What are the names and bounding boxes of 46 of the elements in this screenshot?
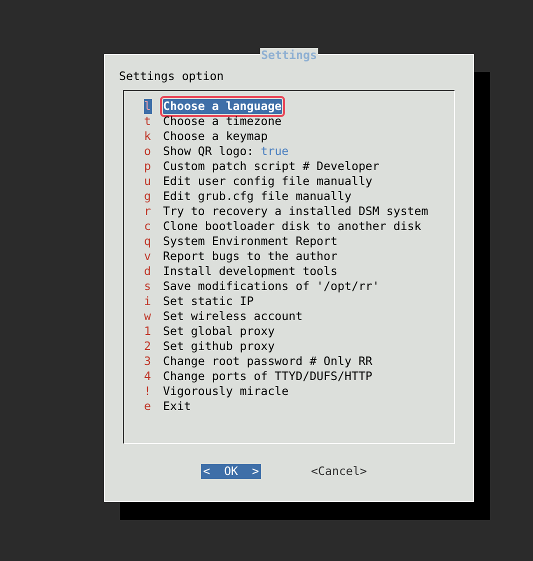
menu-item[interactable]: Set github proxy: [163, 339, 275, 354]
hotkey-text: t: [144, 114, 152, 129]
hotkey-text: w: [144, 309, 152, 324]
menu-item[interactable]: Choose a keymap: [163, 129, 268, 144]
menu-item[interactable]: Set wireless account: [163, 309, 303, 324]
hotkey-text: !: [144, 384, 152, 399]
hotkey-text: 1: [144, 324, 152, 339]
hotkey-text: k: [144, 129, 152, 144]
hotkey-text: r: [144, 204, 152, 219]
hotkey-text: e: [144, 399, 152, 414]
hotkey-text: i: [144, 294, 152, 309]
menu-item[interactable]: Choose a language: [163, 99, 282, 114]
menu-item[interactable]: Custom patch script # Developer: [163, 159, 380, 174]
hotkey-text: u: [144, 174, 152, 189]
menu-item[interactable]: Edit user config file manually: [163, 174, 372, 189]
hotkey-text: s: [144, 279, 152, 294]
menu-item[interactable]: Edit grub.cfg file manually: [163, 189, 352, 204]
menu-item[interactable]: System Environment Report: [163, 234, 338, 249]
dialog-button[interactable]: <Cancel>: [309, 464, 369, 479]
hotkey-text: q: [144, 234, 152, 249]
hotkey-text: o: [144, 144, 152, 159]
dialog-title: Settings: [260, 48, 318, 62]
hotkey-text: 2: [144, 339, 152, 354]
menu-item[interactable]: Save modifications of '/opt/rr': [163, 279, 380, 294]
hotkey-text: p: [144, 159, 152, 174]
hotkey-text: 4: [144, 369, 152, 384]
menu-item[interactable]: Set global proxy: [163, 324, 275, 339]
menu-item[interactable]: Show QR logo: true: [163, 144, 289, 159]
hotkey-text: l: [144, 99, 152, 114]
menu-item[interactable]: Choose a timezone: [163, 114, 282, 129]
prompt-text: Settings option: [119, 69, 225, 84]
hotkey-text: d: [144, 264, 152, 279]
menu-item[interactable]: Install development tools: [163, 264, 338, 279]
menu-item[interactable]: Set static IP: [163, 294, 254, 309]
hotkey-text: g: [144, 189, 152, 204]
menu-item[interactable]: Change ports of TTYD/DUFS/HTTP: [163, 369, 372, 384]
menu-item[interactable]: Report bugs to the author: [163, 249, 338, 264]
menu-item[interactable]: Clone bootloader disk to another disk: [163, 219, 422, 234]
dialog-button[interactable]: < OK >: [201, 464, 262, 479]
menu-item[interactable]: Vigorously miracle: [163, 384, 289, 399]
hotkey-text: c: [144, 219, 152, 234]
hotkey-text: 3: [144, 354, 152, 369]
hotkey-text: v: [144, 249, 152, 264]
menu-item[interactable]: Exit: [163, 399, 191, 414]
menu-item[interactable]: Try to recovery a installed DSM system: [163, 204, 428, 219]
menu-item[interactable]: Change root password # Only RR: [163, 354, 372, 369]
